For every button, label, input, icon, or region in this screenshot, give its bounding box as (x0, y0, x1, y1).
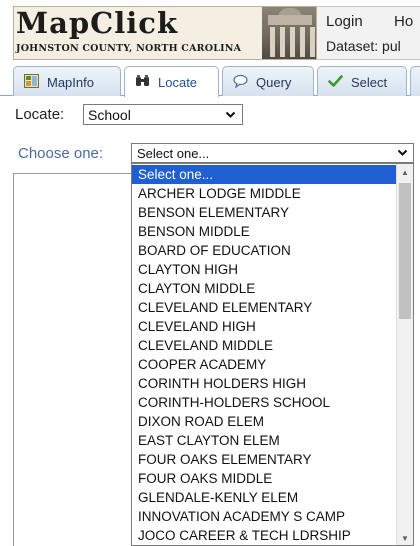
dropdown-option[interactable]: FOUR OAKS ELEMENTARY (132, 450, 397, 469)
tab-query[interactable]: Query (222, 66, 314, 96)
tab-label: MapInfo (47, 75, 94, 90)
tab-mapinfo[interactable]: MapInfo (13, 66, 121, 96)
binoculars-icon (136, 75, 149, 86)
dropdown-option[interactable]: EAST CLAYTON ELEM (132, 431, 397, 450)
locate-type-value: School (88, 107, 131, 123)
dropdown-option[interactable]: GLENDALE-KENLY ELEM (132, 488, 397, 507)
dropdown-option[interactable]: CORINTH HOLDERS HIGH (132, 374, 397, 393)
tab-overflow[interactable] (410, 66, 420, 96)
login-link[interactable]: Login (326, 13, 363, 30)
home-link[interactable]: Ho (394, 13, 413, 30)
dropdown-option[interactable]: COOPER ACADEMY (132, 355, 397, 374)
courthouse-image (262, 7, 316, 59)
scroll-up-arrow-icon[interactable]: ▲ (397, 164, 413, 181)
tab-bar: MapInfo Locate Query Select (0, 66, 420, 97)
dropdown-option[interactable]: BOARD OF EDUCATION (132, 241, 397, 260)
mapclick-logo[interactable]: MapClick JOHNSTON COUNTY, NORTH CAROLINA (13, 6, 317, 60)
dataset-text: Dataset: pul (326, 38, 401, 54)
scroll-thumb[interactable] (399, 183, 411, 319)
logo-subtitle: JOHNSTON COUNTY, NORTH CAROLINA (16, 43, 242, 54)
dropdown-option[interactable]: BENSON ELEMENTARY (132, 203, 397, 222)
dropdown-scrollbar[interactable]: ▲ ▼ (396, 164, 413, 545)
checkmark-icon (328, 75, 343, 87)
scroll-down-arrow-icon[interactable]: ▼ (397, 530, 413, 545)
dropdown-option[interactable]: CLAYTON MIDDLE (132, 279, 397, 298)
dropdown-option[interactable]: ARCHER LODGE MIDDLE (132, 184, 397, 203)
chevron-down-icon (397, 149, 408, 156)
tab-label: Locate (158, 75, 198, 90)
tab-label: Select (351, 75, 388, 90)
tab-select[interactable]: Select (317, 66, 407, 96)
chevron-down-icon (225, 111, 236, 118)
choose-one-select[interactable]: Select one... (131, 143, 414, 163)
dropdown-option[interactable]: JOCO CAREER & TECH LDRSHIP (132, 526, 397, 545)
dropdown-option[interactable]: FOUR OAKS MIDDLE (132, 469, 397, 488)
choose-one-value: Select one... (137, 146, 210, 161)
account-panel: Login Ho Dataset: pul (317, 6, 420, 60)
map-info-icon (24, 74, 39, 88)
dropdown-option[interactable]: BENSON MIDDLE (132, 222, 397, 241)
dropdown-option[interactable]: CORINTH-HOLDERS SCHOOL (132, 393, 397, 412)
school-dropdown-list[interactable]: Select one... ARCHER LODGE MIDDLE BENSON… (131, 163, 414, 546)
speech-bubble-icon (233, 74, 248, 88)
tab-locate[interactable]: Locate (124, 66, 219, 97)
logo-title: MapClick (16, 6, 179, 40)
choose-one-label: Choose one: (18, 145, 104, 162)
tab-label: Query (256, 75, 292, 90)
map-panel[interactable] (13, 173, 133, 546)
dropdown-option[interactable]: CLAYTON HIGH (132, 260, 397, 279)
dropdown-option[interactable]: INNOVATION ACADEMY S CAMP (132, 507, 397, 526)
dropdown-option[interactable]: Select one... (132, 165, 397, 185)
locate-type-select[interactable]: School (83, 104, 243, 125)
locate-label: Locate: (15, 106, 65, 123)
header: MapClick JOHNSTON COUNTY, NORTH CAROLINA… (0, 0, 420, 62)
dropdown-option[interactable]: CLEVELAND ELEMENTARY (132, 298, 397, 317)
dropdown-option[interactable]: CLEVELAND MIDDLE (132, 336, 397, 355)
dropdown-option[interactable]: CLEVELAND HIGH (132, 317, 397, 336)
dropdown-option[interactable]: DIXON ROAD ELEM (132, 412, 397, 431)
